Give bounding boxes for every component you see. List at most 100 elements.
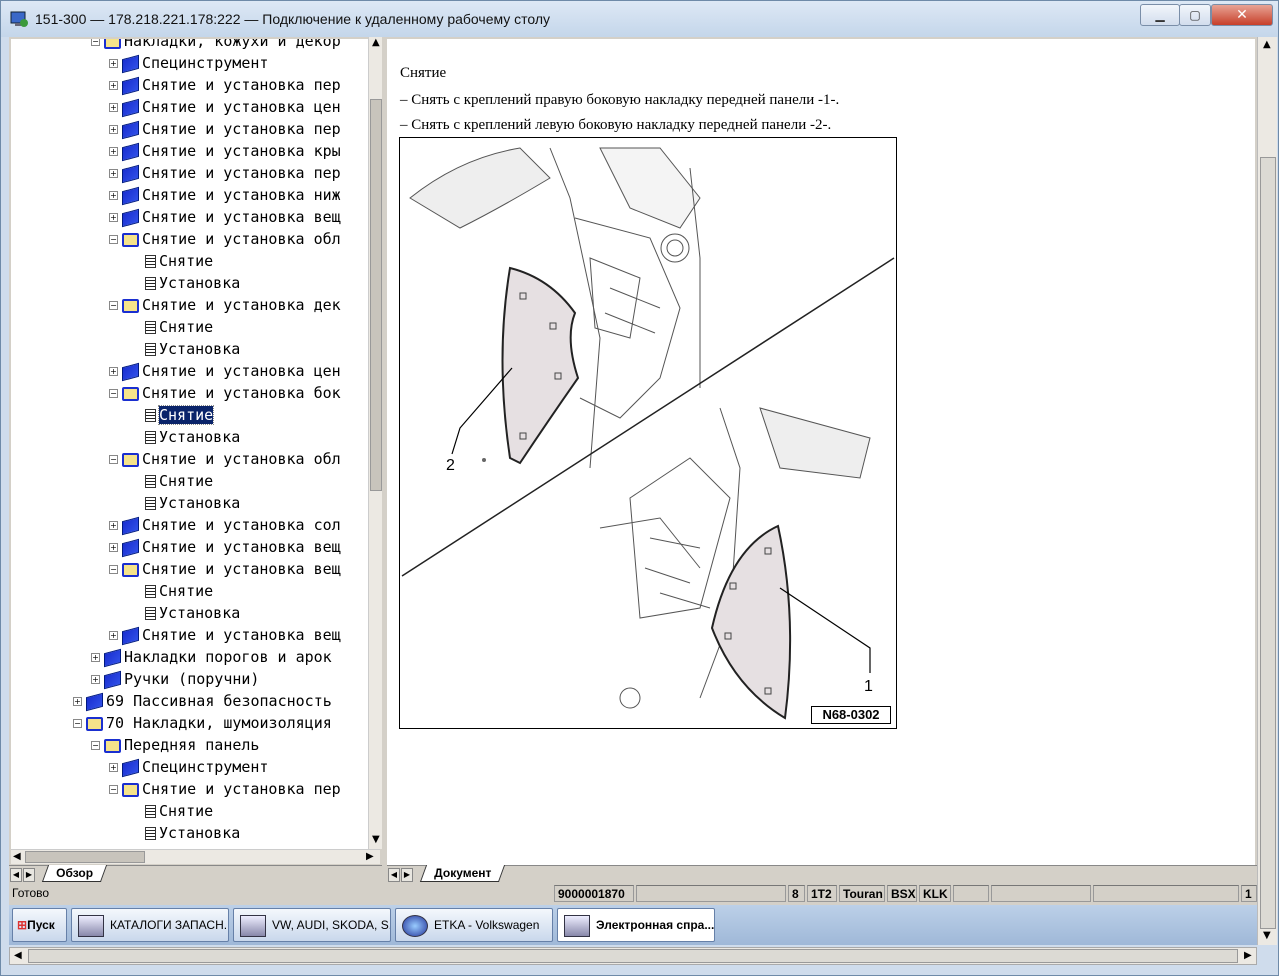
tree-item[interactable]: Снятие — [145, 800, 213, 822]
tree-item[interactable]: − Передняя панель — [91, 734, 259, 756]
tree-hscroll-thumb[interactable] — [25, 851, 145, 863]
collapse-icon[interactable]: − — [73, 719, 82, 728]
maximize-button[interactable]: ▢ — [1179, 4, 1211, 26]
expand-icon[interactable]: + — [109, 169, 118, 178]
tree-item[interactable]: + Снятие и установка ниж — [109, 184, 341, 206]
bottom-horizontal-scrollbar[interactable]: ◀ ▶ — [9, 947, 1257, 965]
tree-item[interactable]: Снятие — [145, 316, 213, 338]
collapse-icon[interactable]: − — [109, 389, 118, 398]
tree-item[interactable]: + Снятие и установка пер — [109, 162, 341, 184]
doc-tab-prev-arrow[interactable]: ◀ — [388, 868, 400, 882]
expand-icon[interactable]: + — [91, 675, 100, 684]
tree-item[interactable]: + Ручки (поручни) — [91, 668, 259, 690]
tab-prev-arrow[interactable]: ◀ — [10, 868, 22, 882]
taskbar-item-elsa[interactable]: Электронная спра... — [557, 908, 715, 942]
tab-document[interactable]: Документ — [419, 865, 506, 882]
minimize-button[interactable]: ▁ — [1140, 4, 1180, 26]
tree-item[interactable]: + Снятие и установка цен — [109, 96, 341, 118]
title-bar[interactable]: 151-300 — 178.218.221.178:222 — Подключе… — [1, 1, 1278, 37]
tree-item[interactable]: − 70 Накладки, шумоизоляция — [73, 712, 332, 734]
start-button[interactable]: ⊞Пуск — [12, 908, 67, 942]
book-icon — [122, 164, 139, 183]
collapse-icon[interactable]: − — [109, 301, 118, 310]
tree-item[interactable]: + Снятие и установка вещ — [109, 206, 341, 228]
tree-item[interactable]: + Снятие и установка пер — [109, 74, 341, 96]
tree-item[interactable]: + Специнструмент — [109, 52, 268, 74]
tree-item[interactable]: + Снятие и установка пер — [109, 118, 341, 140]
expand-icon[interactable]: + — [73, 697, 82, 706]
document-vertical-scrollbar[interactable]: ▲ ▼ — [1257, 37, 1277, 945]
tree-item[interactable]: + Снятие и установка сол — [109, 514, 341, 536]
doc-scroll-down-arrow[interactable]: ▼ — [1263, 930, 1271, 941]
bottom-scroll-right-arrow[interactable]: ▶ — [1244, 950, 1252, 961]
taskbar-item-vw[interactable]: VW, AUDI, SKODA, S... — [233, 908, 391, 942]
tree-horizontal-scrollbar[interactable]: ◀ ▶ — [11, 849, 380, 864]
expand-icon[interactable]: + — [109, 147, 118, 156]
collapse-icon[interactable]: − — [109, 565, 118, 574]
scroll-down-arrow[interactable]: ▼ — [372, 834, 380, 845]
tree-item[interactable]: − Снятие и установка пер — [109, 778, 341, 800]
tree-item[interactable]: − Снятие и установка обл — [109, 448, 341, 470]
tab-next-arrow[interactable]: ▶ — [23, 868, 35, 882]
expand-icon[interactable]: + — [109, 213, 118, 222]
remote-desktop-window: 151-300 — 178.218.221.178:222 — Подключе… — [0, 0, 1279, 976]
scroll-left-arrow[interactable]: ◀ — [13, 851, 21, 862]
tree-item-label: Установка — [159, 494, 241, 512]
tree-item[interactable]: Установка — [145, 272, 240, 294]
doc-scroll-up-arrow[interactable]: ▲ — [1263, 39, 1271, 50]
tree-item[interactable]: − Снятие и установка вещ — [109, 558, 341, 580]
collapse-icon[interactable]: − — [109, 785, 118, 794]
collapse-icon[interactable]: − — [109, 455, 118, 464]
tree-item[interactable]: Снятие — [145, 250, 213, 272]
tree-item[interactable]: + Снятие и установка цен — [109, 360, 341, 382]
expand-icon[interactable]: + — [109, 103, 118, 112]
tree-item-label: Накладки, кожухи и декор — [124, 39, 341, 50]
expand-icon[interactable]: + — [109, 543, 118, 552]
tree-item[interactable]: − Снятие и установка обл — [109, 228, 341, 250]
tree-vertical-scrollbar[interactable]: ▲ ▼ — [368, 37, 382, 849]
tree-item[interactable]: + Снятие и установка вещ — [109, 624, 341, 646]
tree-item[interactable]: Установка — [145, 492, 240, 514]
tree-item[interactable]: Установка — [145, 822, 240, 844]
expand-icon[interactable]: + — [109, 367, 118, 376]
tree-item[interactable]: − Накладки, кожухи и декор — [91, 39, 341, 52]
scroll-up-arrow[interactable]: ▲ — [372, 37, 380, 48]
expand-icon[interactable]: + — [91, 653, 100, 662]
taskbar-item-catalogs[interactable]: КАТАЛОГИ ЗАПАСН... — [71, 908, 229, 942]
expand-icon[interactable]: + — [109, 125, 118, 134]
expand-icon[interactable]: + — [109, 631, 118, 640]
doc-tab-next-arrow[interactable]: ▶ — [401, 868, 413, 882]
tree-item[interactable]: Установка — [145, 426, 240, 448]
tree-item[interactable]: Снятие — [145, 580, 213, 602]
tree-item[interactable]: − Снятие и установка бок — [109, 382, 341, 404]
expand-icon[interactable]: + — [109, 763, 118, 772]
toc-tree[interactable]: − Накладки, кожухи и декор + Специнструмент… — [11, 39, 380, 849]
bottom-scroll-thumb[interactable] — [28, 949, 1238, 963]
expand-icon[interactable]: + — [109, 521, 118, 530]
taskbar-item-etka[interactable]: ETKA - Volkswagen — [395, 908, 553, 942]
expand-icon[interactable]: + — [109, 191, 118, 200]
close-button[interactable]: ✕ — [1211, 4, 1273, 26]
tree-item[interactable]: + Снятие и установка вещ — [109, 536, 341, 558]
tree-item[interactable]: Установка — [145, 602, 240, 624]
expand-icon[interactable]: + — [109, 81, 118, 90]
tree-scroll-thumb[interactable] — [370, 99, 382, 491]
collapse-icon[interactable]: − — [91, 39, 100, 46]
tree-item[interactable]: +69 Пассивная безопасность — [73, 690, 332, 712]
tree-item[interactable]: − Снятие и установка дек — [109, 294, 341, 316]
tree-item[interactable]: + Накладки порогов и арок — [91, 646, 332, 668]
tab-overview[interactable]: Обзор — [41, 865, 108, 882]
expand-icon[interactable]: + — [109, 59, 118, 68]
tree-item[interactable]: Снятие — [145, 470, 213, 492]
tree-item[interactable]: + Специнструмент — [109, 756, 268, 778]
doc-scroll-thumb[interactable] — [1260, 157, 1276, 929]
tree-item[interactable]: Снятие — [145, 404, 215, 426]
collapse-icon[interactable]: − — [91, 741, 100, 750]
bottom-scroll-left-arrow[interactable]: ◀ — [14, 950, 22, 961]
status-field-2: 1T2 — [807, 885, 837, 902]
book-icon — [104, 670, 121, 689]
tree-item[interactable]: + Снятие и установка кры — [109, 140, 341, 162]
tree-item[interactable]: Установка — [145, 338, 240, 360]
collapse-icon[interactable]: − — [109, 235, 118, 244]
scroll-right-arrow[interactable]: ▶ — [366, 851, 374, 862]
